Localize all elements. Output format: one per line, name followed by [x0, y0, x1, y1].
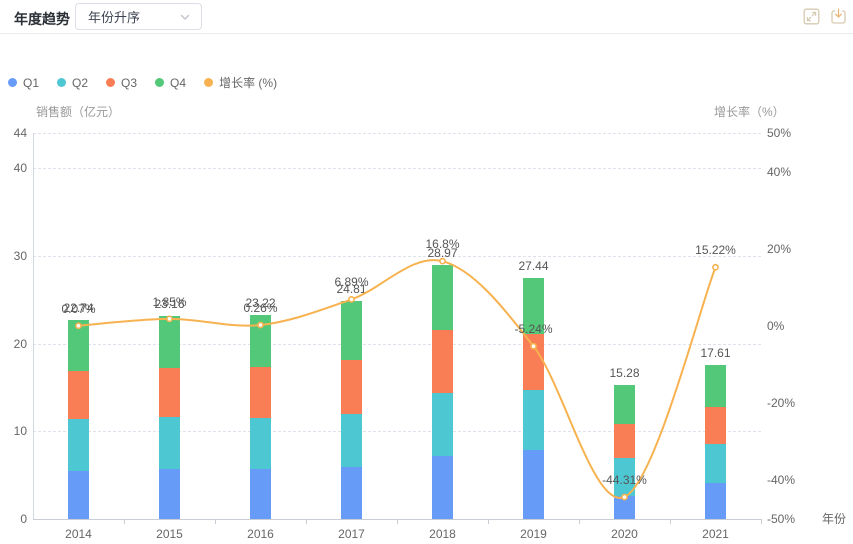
x-axis-tick [215, 520, 216, 524]
right-tick-label: -40% [767, 473, 795, 487]
bar-segment-q1-2021[interactable] [705, 483, 726, 519]
growth-point-2018[interactable] [440, 259, 445, 264]
left-tick-label: 40 [0, 161, 27, 175]
grid-line [33, 256, 761, 257]
growth-point-2014[interactable] [76, 323, 81, 328]
growth-rate-label: 0.26% [225, 301, 297, 315]
growth-rate-label: 1.85% [134, 295, 206, 309]
right-tick-label: -50% [767, 512, 795, 526]
right-axis-title: 增长率（%） [714, 105, 785, 119]
trend-chart: 销售额（亿元） 增长率（%） 年份 0 10 20 30 40 44 50% 40% 20% 0%… [0, 0, 853, 544]
right-tick-label: 20% [767, 242, 791, 256]
x-axis-tick [124, 520, 125, 524]
left-axis-line [33, 133, 34, 519]
bar-segment-q1-2019[interactable] [523, 450, 544, 519]
bar-segment-q3-2020[interactable] [614, 424, 635, 457]
bar-segment-q2-2019[interactable] [523, 390, 544, 450]
bar-segment-q1-2015[interactable] [159, 469, 180, 519]
growth-point-2016[interactable] [258, 322, 263, 327]
growth-point-2015[interactable] [167, 316, 172, 321]
x-tick-label: 2016 [229, 527, 293, 541]
x-tick-label: 2015 [138, 527, 202, 541]
bar-segment-q2-2015[interactable] [159, 417, 180, 469]
bar-segment-q3-2015[interactable] [159, 368, 180, 417]
grid-line [33, 133, 761, 134]
bar-total-label: 27.44 [498, 259, 570, 273]
right-tick-label: 40% [767, 165, 791, 179]
bar-segment-q1-2018[interactable] [432, 456, 453, 519]
growth-rate-label: 6.89% [316, 275, 388, 289]
left-tick-label: 44 [0, 126, 27, 140]
bar-segment-q2-2018[interactable] [432, 393, 453, 456]
bar-segment-q3-2014[interactable] [68, 371, 89, 418]
bar-segment-q4-2021[interactable] [705, 365, 726, 407]
x-tick-label: 2019 [502, 527, 566, 541]
growth-rate-label: 15.22% [680, 243, 752, 257]
bar-segment-q1-2014[interactable] [68, 471, 89, 519]
growth-point-2019[interactable] [531, 344, 536, 349]
grid-line [33, 344, 761, 345]
bar-total-label: 15.28 [589, 366, 661, 380]
bar-total-label: 17.61 [680, 346, 752, 360]
bar-segment-q3-2021[interactable] [705, 407, 726, 445]
growth-rate-label: 16.8% [407, 237, 479, 251]
grid-line [33, 168, 761, 169]
left-tick-label: 0 [0, 512, 27, 526]
x-axis-title: 年份 [822, 512, 846, 526]
bar-segment-q2-2021[interactable] [705, 444, 726, 482]
bar-segment-q1-2017[interactable] [341, 467, 362, 519]
bar-segment-q3-2019[interactable] [523, 334, 544, 390]
grid-line [33, 431, 761, 432]
x-axis-tick [579, 520, 580, 524]
bar-segment-q3-2016[interactable] [250, 367, 271, 417]
trend-panel: 年度趋势 年份升序 Q1Q2Q3Q4增长率 (%) 销售额（亿元） 增长率（%）… [0, 0, 853, 544]
x-tick-label: 2020 [593, 527, 657, 541]
bar-segment-q4-2017[interactable] [341, 301, 362, 359]
bar-segment-q1-2016[interactable] [250, 469, 271, 519]
x-tick-label: 2018 [411, 527, 475, 541]
right-tick-label: -20% [767, 396, 795, 410]
x-axis-tick [488, 520, 489, 524]
bar-segment-q4-2015[interactable] [159, 316, 180, 368]
bar-segment-q2-2014[interactable] [68, 419, 89, 471]
right-tick-label: 0% [767, 319, 784, 333]
bar-segment-q2-2017[interactable] [341, 414, 362, 467]
growth-rate-label: -44.31% [589, 473, 661, 487]
x-tick-label: 2021 [684, 527, 748, 541]
growth-point-2020[interactable] [622, 494, 627, 499]
growth-rate-label: 0.07% [43, 302, 115, 316]
growth-rate-label: -5.24% [498, 322, 570, 336]
x-axis-tick [761, 520, 762, 524]
left-tick-label: 20 [0, 337, 27, 351]
x-axis-tick [397, 520, 398, 524]
left-tick-label: 10 [0, 424, 27, 438]
left-axis-title: 销售额（亿元） [36, 105, 120, 119]
growth-point-2017[interactable] [349, 297, 354, 302]
bar-segment-q4-2020[interactable] [614, 385, 635, 424]
right-tick-label: 50% [767, 126, 791, 140]
left-tick-label: 30 [0, 249, 27, 263]
growth-point-2021[interactable] [713, 265, 718, 270]
x-axis-tick [306, 520, 307, 524]
bar-segment-q2-2016[interactable] [250, 418, 271, 470]
bar-segment-q3-2018[interactable] [432, 330, 453, 393]
x-axis-tick [670, 520, 671, 524]
bar-segment-q4-2018[interactable] [432, 265, 453, 330]
x-tick-label: 2017 [320, 527, 384, 541]
bar-segment-q3-2017[interactable] [341, 360, 362, 414]
x-tick-label: 2014 [47, 527, 111, 541]
